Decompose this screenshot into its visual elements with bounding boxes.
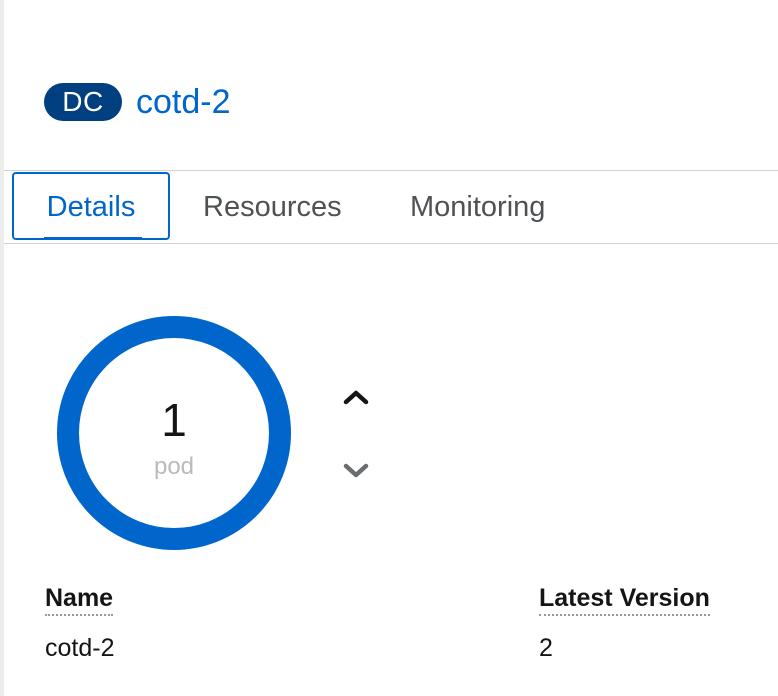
- resource-title-link[interactable]: cotd-2: [136, 78, 231, 126]
- resource-kind-badge: DC: [44, 83, 122, 121]
- tab-resources[interactable]: Resources: [203, 171, 342, 243]
- latest-version-field-label: Latest Version: [539, 584, 710, 616]
- tab-details-label: Details: [46, 191, 136, 223]
- name-field-value: cotd-2: [45, 634, 115, 662]
- tab-monitoring-label: Monitoring: [410, 191, 546, 223]
- active-tab-indicator: [44, 237, 142, 240]
- scale-down-button[interactable]: [340, 455, 372, 487]
- latest-version-label-text[interactable]: Latest Version: [539, 584, 710, 616]
- tab-monitoring[interactable]: Monitoring: [410, 171, 545, 243]
- pod-unit-label: pod: [153, 453, 195, 480]
- tab-resources-label: Resources: [203, 191, 342, 223]
- tab-details[interactable]: Details: [12, 172, 170, 240]
- pod-ring-chart: 1 pod: [56, 315, 292, 551]
- panel-left-edge: [0, 0, 4, 696]
- tab-bar: Details Resources Monitoring: [4, 170, 778, 244]
- latest-version-field-value: 2: [539, 634, 553, 662]
- chevron-up-icon: [343, 390, 369, 405]
- chevron-down-icon: [343, 463, 369, 478]
- name-field-label: Name: [45, 584, 114, 616]
- resource-header: DC cotd-2: [44, 78, 231, 126]
- topology-side-panel: DC cotd-2 Details Resources Monitoring 1…: [0, 0, 778, 696]
- scale-up-button[interactable]: [340, 381, 372, 413]
- name-label-text[interactable]: Name: [45, 584, 114, 616]
- pod-count: 1: [161, 394, 187, 446]
